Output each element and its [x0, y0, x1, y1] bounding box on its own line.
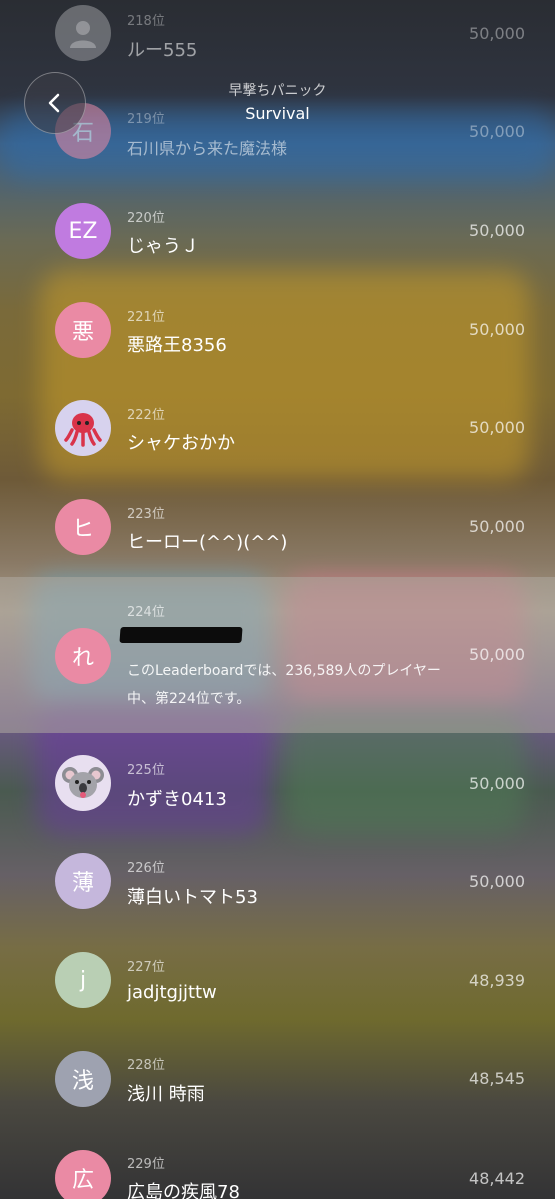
- avatar: れ: [55, 628, 111, 684]
- rank-label: 224位: [127, 605, 165, 620]
- score: 48,939: [469, 971, 525, 990]
- player-name: 悪路王8356: [127, 335, 227, 356]
- leaderboard-row[interactable]: EZ 220位 じゃうＪ 50,000: [0, 200, 555, 299]
- leaderboard-title: Survival: [245, 104, 310, 123]
- avatar: 薄: [55, 853, 111, 909]
- redacted-name: [119, 627, 243, 643]
- score: 50,000: [469, 221, 525, 240]
- player-name: じゃうＪ: [127, 236, 199, 257]
- leaderboard-row[interactable]: j 227位 jadjtgjjttw 48,939: [0, 952, 555, 1051]
- score: 50,000: [469, 320, 525, 339]
- player-name: 薄白いトマト53: [127, 887, 258, 908]
- rank-label: 228位: [127, 1058, 165, 1073]
- leaderboard-row[interactable]: 浅 228位 浅川 時雨 48,545: [0, 1050, 555, 1149]
- player-name: jadjtgjjttw: [127, 982, 217, 1003]
- score: 48,442: [469, 1169, 525, 1188]
- avatar: EZ: [55, 203, 111, 259]
- player-name: 広島の疾風78: [127, 1182, 240, 1199]
- leaderboard-row[interactable]: 広 229位 広島の疾風78 48,442: [0, 1149, 555, 1199]
- rank-label: 227位: [127, 960, 165, 975]
- avatar: [55, 400, 111, 456]
- score: 50,000: [469, 418, 525, 437]
- score: 50,000: [469, 774, 525, 793]
- rank-label: 229位: [127, 1157, 165, 1172]
- player-summary: このLeaderboardでは、236,589人のプレイヤー中、第224位です。: [127, 663, 441, 707]
- rank-label: 221位: [127, 310, 165, 325]
- octopus-icon: [64, 413, 102, 447]
- score: 48,545: [469, 1069, 525, 1088]
- rank-label: 223位: [127, 507, 165, 522]
- player-name: シャケおかか: [127, 433, 235, 454]
- header: 早撃ちパニック Survival: [0, 0, 555, 190]
- avatar: [55, 755, 111, 811]
- avatar: 広: [55, 1150, 111, 1199]
- score: 50,000: [469, 872, 525, 891]
- rank-label: 222位: [127, 408, 165, 423]
- leaderboard-row[interactable]: 悪 221位 悪路王8356 50,000: [0, 299, 555, 398]
- rank-label: 226位: [127, 861, 165, 876]
- leaderboard-row[interactable]: 225位 かずき0413 50,000: [0, 755, 555, 854]
- player-name: 浅川 時雨: [127, 1084, 205, 1105]
- player-name: ヒーロー(^^)(^^): [127, 532, 288, 553]
- avatar: 悪: [55, 302, 111, 358]
- koala-icon: [62, 767, 104, 798]
- player-name: かずき0413: [127, 789, 227, 810]
- avatar: 浅: [55, 1051, 111, 1107]
- rank-label: 225位: [127, 763, 165, 778]
- leaderboard-row[interactable]: 薄 226位 薄白いトマト53 50,000: [0, 853, 555, 952]
- leaderboard-row[interactable]: 222位 シャケおかか 50,000: [0, 398, 555, 497]
- avatar: j: [55, 952, 111, 1008]
- avatar: ヒ: [55, 499, 111, 555]
- score: 50,000: [469, 517, 525, 536]
- game-title: 早撃ちパニック: [228, 83, 327, 99]
- score: 50,000: [469, 645, 525, 664]
- rank-label: 220位: [127, 211, 165, 226]
